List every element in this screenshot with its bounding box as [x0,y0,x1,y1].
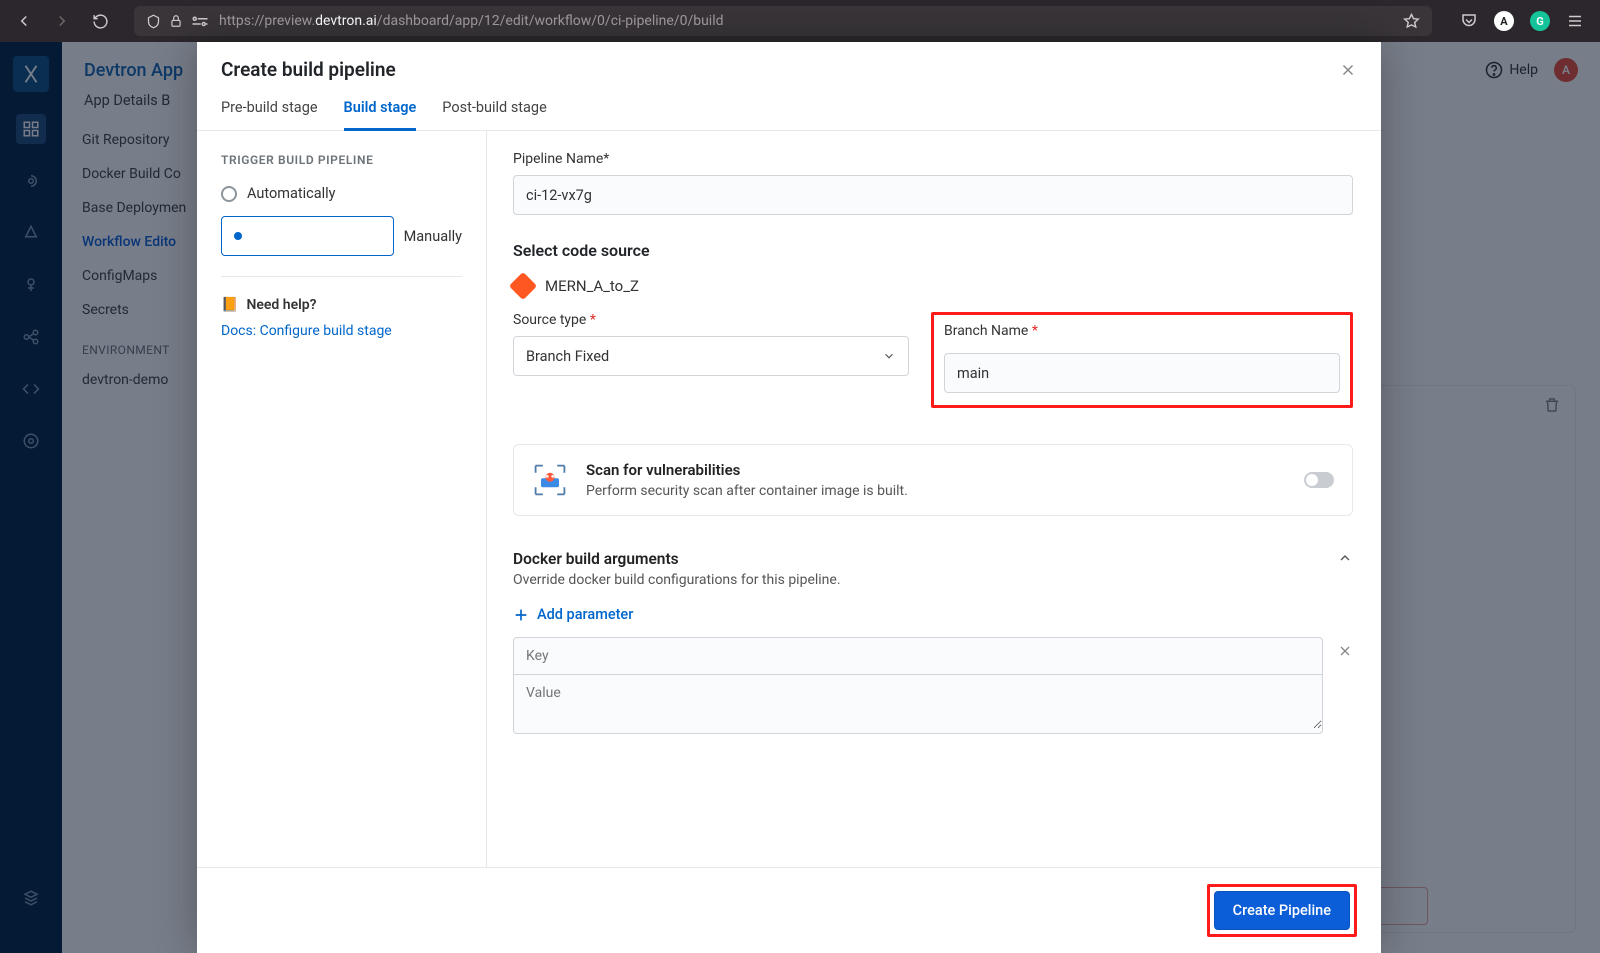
book-icon: 📙 [221,297,238,313]
trigger-heading: TRIGGER BUILD PIPELINE [221,153,462,167]
repo-row: MERN_A_to_Z [513,276,1353,296]
dargs-title: Docker build arguments [513,550,841,568]
pipeline-name-label: Pipeline Name* [513,151,1353,167]
extension-icon-a[interactable]: A [1494,11,1514,31]
kv-fields [513,637,1323,734]
scan-toggle[interactable] [1304,472,1334,488]
source-type-select[interactable]: Branch Fixed [513,336,909,376]
modal-title: Create build pipeline [221,58,396,81]
branch-name-input[interactable] [944,353,1340,393]
scan-title: Scan for vulnerabilities [586,461,908,479]
extension-icon-grammarly[interactable]: G [1530,11,1550,31]
arg-value-input[interactable] [514,675,1322,729]
scan-icon [532,462,568,498]
browser-extensions: A G [1460,11,1584,31]
modal-footer: Create Pipeline [197,867,1381,953]
close-icon [1339,61,1357,79]
plus-icon [513,607,529,623]
docs-link[interactable]: Docs: Configure build stage [221,323,462,339]
scan-subtitle: Perform security scan after container im… [586,483,908,499]
add-parameter-button[interactable]: Add parameter [513,606,1353,623]
browser-url-bar[interactable]: https://preview.devtron.ai/dashboard/app… [134,6,1432,36]
arg-key-input[interactable] [514,638,1322,675]
scan-card: Scan for vulnerabilities Perform securit… [513,444,1353,516]
git-icon [509,272,537,300]
modal-left-panel: TRIGGER BUILD PIPELINE Automatically Man… [197,131,487,867]
browser-reload-button[interactable] [86,7,114,35]
radio-icon-selected [221,216,394,256]
trigger-manual-option[interactable]: Manually [221,216,462,256]
chevron-down-icon [882,349,896,363]
code-source-heading: Select code source [513,241,1353,260]
modal-close-button[interactable] [1339,61,1357,79]
repo-name: MERN_A_to_Z [545,277,639,295]
trigger-auto-option[interactable]: Automatically [221,185,462,202]
close-icon [1337,643,1353,659]
browser-url-text: https://preview.devtron.ai/dashboard/app… [219,13,1393,29]
browser-menu-icon[interactable] [1566,12,1584,30]
radio-icon [221,186,237,202]
modal-tabs: Pre-build stage Build stage Post-build s… [197,91,1381,131]
browser-forward-button[interactable] [48,7,76,35]
url-security-icons [146,14,209,29]
chevron-up-icon[interactable] [1337,550,1353,566]
tab-build[interactable]: Build stage [344,91,417,131]
create-pipeline-button[interactable]: Create Pipeline [1214,891,1350,930]
bookmark-star-icon[interactable] [1403,13,1420,30]
pocket-icon[interactable] [1460,12,1478,30]
need-help-heading: 📙 Need help? [221,297,462,313]
branch-name-highlight: Branch Name [931,312,1353,408]
pipeline-name-input[interactable] [513,175,1353,215]
tab-postbuild[interactable]: Post-build stage [442,91,546,130]
shield-icon [146,14,161,29]
lock-icon [169,14,183,28]
browser-chrome: https://preview.devtron.ai/dashboard/app… [0,0,1600,42]
permissions-icon [191,14,209,28]
browser-back-button[interactable] [10,7,38,35]
modal-right-panel: Pipeline Name* Select code source MERN_A… [487,131,1381,867]
dargs-subtitle: Override docker build configurations for… [513,572,841,588]
branch-name-label: Branch Name [944,323,1340,339]
create-pipeline-highlight: Create Pipeline [1207,884,1357,937]
create-pipeline-modal: Create build pipeline Pre-build stage Bu… [197,42,1381,953]
source-type-label: Source type [513,312,909,328]
remove-arg-button[interactable] [1337,643,1353,659]
tab-prebuild[interactable]: Pre-build stage [221,91,318,130]
